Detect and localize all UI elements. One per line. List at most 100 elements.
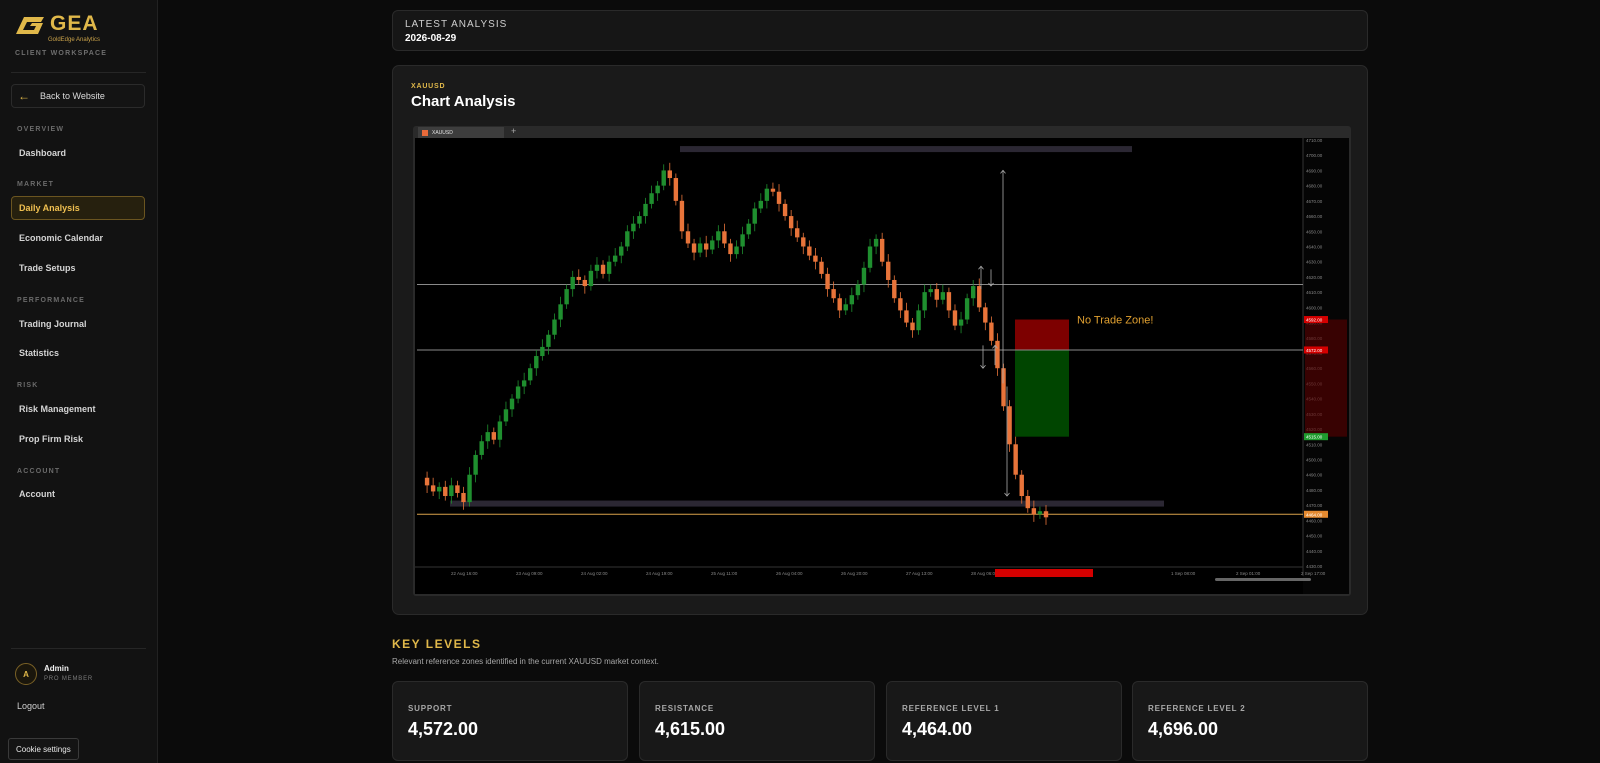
add-tab-icon[interactable]: + <box>511 126 516 136</box>
candle-body <box>430 485 436 492</box>
candle-body <box>485 432 490 442</box>
nav-section-risk: RISK <box>17 382 39 389</box>
key-level-label: SUPPORT <box>408 704 453 713</box>
candle-body <box>424 477 430 486</box>
candle-body <box>479 441 484 455</box>
brand-name: GEA <box>50 12 99 35</box>
arrow-left-icon: ← <box>18 89 30 103</box>
y-tick-label: 4480.00 <box>1306 488 1323 493</box>
candle-body <box>643 203 648 217</box>
sidebar-item-prop-firm-risk[interactable]: Prop Firm Risk <box>11 427 145 451</box>
sidebar-item-account[interactable]: Account <box>11 482 145 506</box>
candle-body <box>540 346 545 357</box>
candle-body <box>594 264 600 271</box>
y-tick-label: 4710.00 <box>1306 138 1323 143</box>
candle-body <box>764 188 770 201</box>
y-tick-label: 4470.00 <box>1306 503 1323 508</box>
latest-analysis-title: LATEST ANALYSIS <box>405 19 508 30</box>
y-tick-label: 4620.00 <box>1306 275 1323 280</box>
price-tag-label: 4592.00 <box>1306 318 1323 323</box>
candle-body <box>977 286 982 308</box>
candle-body <box>1013 444 1018 475</box>
nav-section-overview: OVERVIEW <box>17 126 65 133</box>
latest-analysis-date: 2026-08-29 <box>405 33 457 44</box>
chart-analysis-card: XAUUSD Chart Analysis XAUUSD + 4430.00 44… <box>392 65 1368 615</box>
y-tick-label: 4660.00 <box>1306 214 1323 219</box>
y-tick-label: 4670.00 <box>1306 199 1323 204</box>
y-tick-label: 4490.00 <box>1306 473 1323 478</box>
sidebar-item-dashboard[interactable]: Dashboard <box>11 141 145 165</box>
avatar[interactable]: A <box>15 663 37 685</box>
cookie-settings-button[interactable]: Cookie settings <box>8 738 79 760</box>
candle-body <box>570 276 575 290</box>
candle-body <box>995 340 1000 369</box>
y-tick-label: 4510.00 <box>1306 442 1323 447</box>
candle-body <box>867 246 873 268</box>
candle-body <box>728 243 733 255</box>
candle-body <box>776 191 782 204</box>
back-to-website-button[interactable]: ← Back to Website <box>11 84 145 108</box>
price-chart[interactable]: 4430.00 4440.00 4450.00 4460.00 4470.00 4480.… <box>415 138 1349 594</box>
candle-body <box>534 356 539 369</box>
candle-body <box>455 485 460 493</box>
y-tick-label: 4630.00 <box>1306 260 1323 265</box>
candle-body <box>910 322 915 331</box>
candle-body <box>673 178 679 201</box>
chart-tab-xauusd[interactable]: XAUUSD <box>418 127 504 138</box>
candle-body <box>873 238 879 247</box>
sidebar-item-trade-setups[interactable]: Trade Setups <box>11 256 145 280</box>
nav-section-market: MARKET <box>17 181 55 188</box>
key-level-card-reference-1: REFERENCE LEVEL 1 4,464.00 <box>886 681 1122 761</box>
candle-body <box>843 304 848 311</box>
y-tick-label: 4430.00 <box>1306 564 1323 569</box>
candle-body <box>934 289 939 300</box>
candle-body <box>892 279 897 299</box>
candle-body <box>631 223 636 232</box>
chart-window[interactable]: XAUUSD + 4430.00 4440.00 4450.00 4460.00 447… <box>413 126 1351 596</box>
candle-body <box>837 298 842 311</box>
brand-logo[interactable]: GEA GoldEdge Analytics <box>14 12 124 43</box>
chart-background <box>415 138 1349 594</box>
x-tick-label: 28 Aug 06:00 <box>971 571 998 576</box>
chart-tabstrip: XAUUSD + <box>415 126 1349 138</box>
candle-body <box>1031 508 1037 515</box>
y-tick-label: 4610.00 <box>1306 290 1323 295</box>
candle-body <box>691 243 697 253</box>
sidebar-item-daily-analysis[interactable]: Daily Analysis <box>11 196 145 220</box>
candle-body <box>1001 368 1006 407</box>
candle-body <box>606 261 612 274</box>
key-levels-title: KEY LEVELS <box>392 637 482 651</box>
candle-body <box>819 261 824 274</box>
chart-tab-label: XAUUSD <box>432 129 453 136</box>
sidebar-item-risk-management[interactable]: Risk Management <box>11 397 145 421</box>
candle-body <box>734 246 739 255</box>
candle-body <box>1007 406 1012 445</box>
candle-body <box>795 228 800 238</box>
x-tick-label: 26 Aug 04:00 <box>776 571 803 576</box>
candle-body <box>904 310 909 323</box>
candle-body <box>1043 511 1049 518</box>
candle-body <box>952 310 958 326</box>
candle-body <box>861 267 867 285</box>
divider <box>11 648 146 649</box>
gea-logo-icon <box>16 17 44 34</box>
x-tick-label: 22 Aug 16:00 <box>451 571 478 576</box>
x-tick-label: 27 Aug 13:00 <box>906 571 933 576</box>
candle-body <box>685 231 691 244</box>
candle-body <box>716 231 721 241</box>
sidebar-item-statistics[interactable]: Statistics <box>11 341 145 365</box>
candle-body <box>528 368 533 381</box>
candle-body <box>697 243 703 253</box>
x-tick-label: 24 Aug 02:00 <box>581 571 608 576</box>
key-level-value: 4,696.00 <box>1148 719 1219 739</box>
chart-symbol: XAUUSD <box>411 83 446 90</box>
candle-body <box>509 398 515 410</box>
horizontal-scrollbar <box>1215 578 1311 581</box>
no-trade-zone-label: No Trade Zone! <box>1077 315 1153 327</box>
candle-body <box>497 421 503 440</box>
sidebar-item-economic-calendar[interactable]: Economic Calendar <box>11 226 145 250</box>
candle-body <box>879 238 885 262</box>
logout-link[interactable]: Logout <box>17 701 45 711</box>
sidebar-item-trading-journal[interactable]: Trading Journal <box>11 312 145 336</box>
candle-body <box>612 255 618 262</box>
